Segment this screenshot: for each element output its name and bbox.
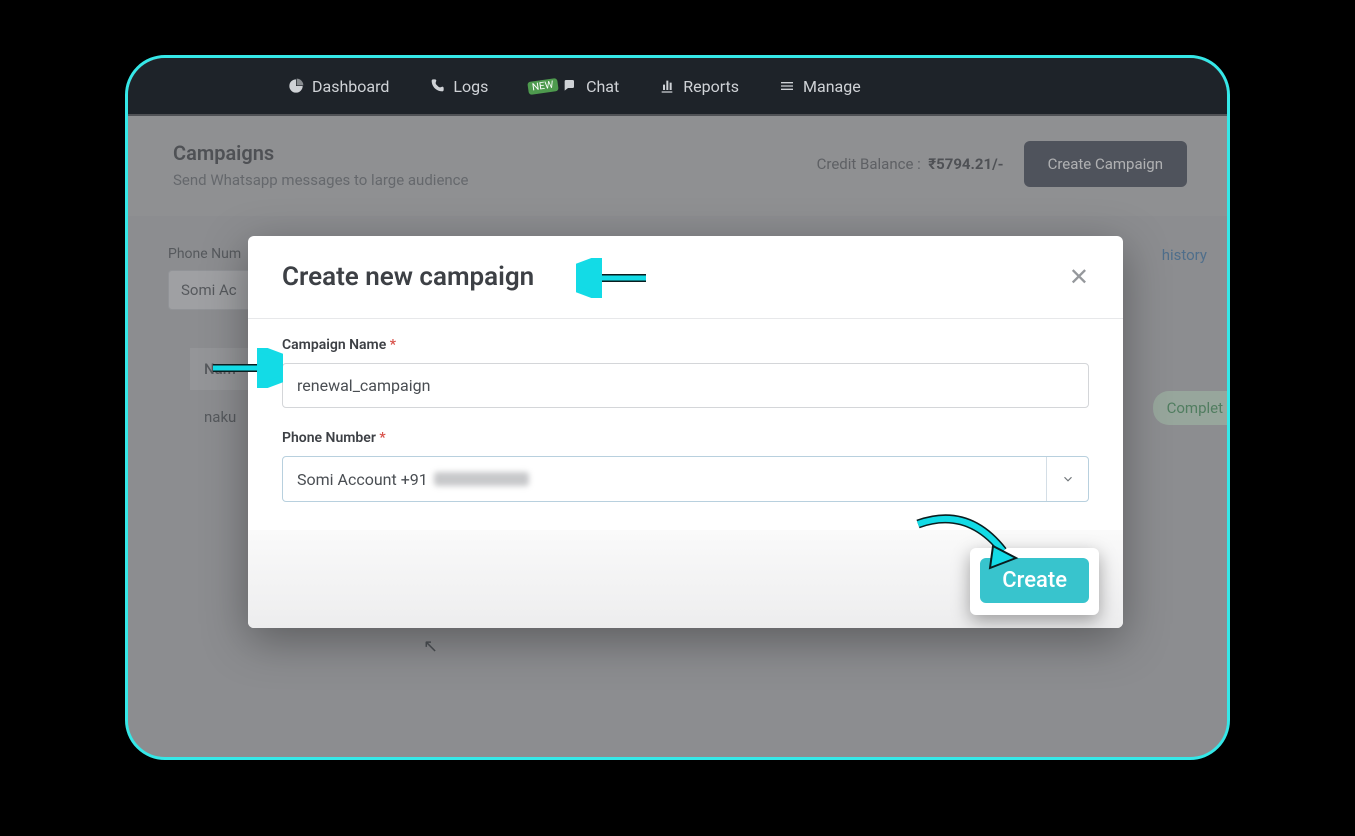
- modal-footer: Create: [248, 530, 1123, 628]
- create-button[interactable]: Create: [980, 558, 1089, 603]
- close-icon[interactable]: ✕: [1069, 263, 1089, 291]
- phone-number-value: Somi Account +91: [297, 470, 428, 489]
- create-button-highlight: Create: [970, 548, 1099, 615]
- new-badge: NEW: [528, 77, 559, 94]
- nav-manage[interactable]: Manage: [779, 77, 861, 96]
- pie-icon: [288, 78, 304, 94]
- campaign-name-input[interactable]: [282, 363, 1089, 408]
- modal-title: Create new campaign: [282, 262, 534, 292]
- chat-icon: [562, 78, 578, 94]
- phone-number-select[interactable]: Somi Account +91: [282, 456, 1089, 502]
- nav-manage-label: Manage: [803, 77, 861, 96]
- nav-chat-label: Chat: [586, 77, 619, 96]
- cursor-icon: ↖: [423, 636, 438, 657]
- menu-icon: [779, 78, 795, 94]
- phone-icon: [429, 78, 445, 94]
- top-nav: Dashboard Logs NEW Chat Reports Manage: [128, 58, 1227, 116]
- nav-chat[interactable]: NEW Chat: [528, 77, 619, 96]
- campaign-name-label: Campaign Name: [282, 337, 386, 353]
- nav-logs[interactable]: Logs: [429, 77, 488, 96]
- nav-dashboard-label: Dashboard: [312, 77, 389, 96]
- required-marker: *: [390, 337, 396, 353]
- nav-reports-label: Reports: [683, 77, 739, 96]
- chart-icon: [659, 78, 675, 94]
- required-marker: *: [379, 430, 385, 446]
- create-campaign-modal: Create new campaign ✕ Campaign Name * Ph…: [248, 236, 1123, 628]
- phone-number-label: Phone Number: [282, 430, 376, 446]
- redacted-number: [434, 472, 529, 486]
- chevron-down-icon[interactable]: [1046, 457, 1088, 501]
- nav-dashboard[interactable]: Dashboard: [288, 77, 389, 96]
- app-frame: Dashboard Logs NEW Chat Reports Manage C…: [125, 55, 1230, 760]
- nav-logs-label: Logs: [453, 77, 488, 96]
- nav-reports[interactable]: Reports: [659, 77, 739, 96]
